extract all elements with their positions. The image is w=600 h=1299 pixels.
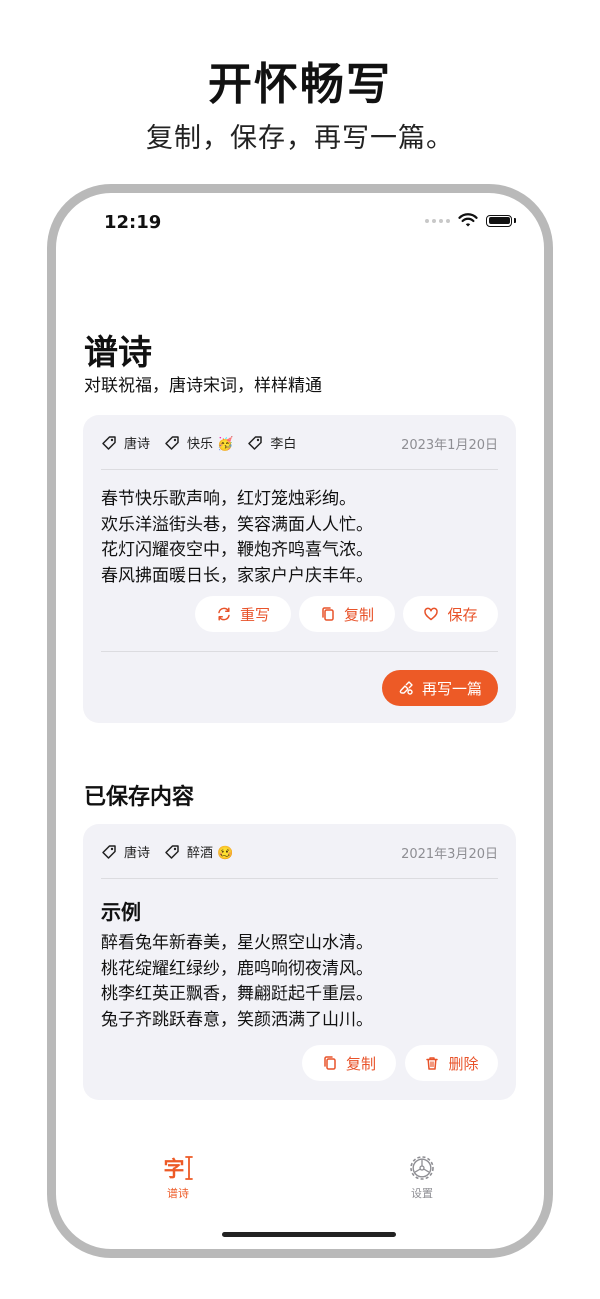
- poem-date: 2023年1月20日: [401, 438, 498, 453]
- tag-icon: [102, 844, 116, 859]
- poem-line: 醉看兔年新春美，星火照空山水清。: [101, 933, 373, 953]
- poem-date: 2021年3月20日: [401, 847, 498, 862]
- write-hand-icon: [399, 681, 413, 695]
- promo-subtitle: 复制，保存，再写一篇。: [146, 123, 454, 154]
- tag-list: 唐诗 醉酒 🥴: [101, 842, 233, 861]
- delete-label: 删除: [448, 1054, 479, 1073]
- copy-button[interactable]: 复制: [302, 1045, 396, 1081]
- poem-line: 桃李红英正飘香，舞翩跹起千重层。: [101, 984, 373, 1004]
- tag-item: 醉酒 🥴: [164, 842, 233, 861]
- signal-dots-icon: [425, 218, 450, 223]
- saved-poem-card: 唐诗 醉酒 🥴 2021年3月20日 示例 醉看兔年新春美，星火照空山水清。 桃…: [83, 824, 516, 1100]
- wifi-icon: [458, 213, 478, 227]
- tab-settings[interactable]: 设置: [362, 1153, 482, 1201]
- status-time: 12:19: [104, 212, 162, 233]
- poem-line: 欢乐洋溢街头巷，笑容满面人人忙。: [101, 514, 373, 535]
- tag-label: 唐诗: [124, 437, 151, 452]
- tag-icon: [165, 844, 179, 859]
- battery-icon: [486, 214, 512, 227]
- poem-body: 春节快乐歌声响，红灯笼烛彩绚。 欢乐洋溢街头巷，笑容满面人人忙。 花灯闪耀夜空中…: [101, 487, 373, 589]
- trash-icon: [426, 1057, 439, 1070]
- tag-list: 唐诗 快乐 🥳 李白: [101, 433, 296, 452]
- heart-icon: [424, 607, 439, 621]
- poem-body: 醉看兔年新春美，星火照空山水清。 桃花绽耀红绿纱，鹿鸣响彻夜清风。 桃李红英正飘…: [101, 931, 373, 1033]
- tag-icon: [102, 435, 116, 450]
- saved-section-title: 已保存内容: [84, 785, 195, 810]
- tag-label: 快乐 🥳: [187, 437, 234, 452]
- home-indicator: [222, 1232, 396, 1237]
- write-another-label: 再写一篇: [421, 679, 482, 698]
- copy-label: 复制: [345, 1054, 376, 1073]
- tag-item: 唐诗: [101, 842, 150, 861]
- refresh-icon: [218, 607, 230, 621]
- app-screen: 12:19 谱诗 对联祝福，唐诗宋词，样样精通 唐诗 快乐 🥳 李白 2023年…: [56, 193, 544, 1249]
- tab-label: 谱诗: [167, 1187, 189, 1200]
- copy-label: 复制: [343, 605, 374, 624]
- tab-label: 设置: [411, 1187, 433, 1200]
- poem-line: 兔子齐跳跃春意，笑颜洒满了山川。: [101, 1009, 373, 1030]
- tag-item: 唐诗: [101, 433, 150, 452]
- save-button[interactable]: 保存: [403, 596, 498, 632]
- copy-icon: [324, 1056, 336, 1070]
- poem-line: 桃花绽耀红绿纱，鹿鸣响彻夜清风。: [101, 958, 373, 979]
- page-title: 谱诗: [84, 333, 152, 373]
- tab-bar: 字 谱诗 设置: [56, 1153, 544, 1213]
- rewrite-label: 重写: [239, 605, 270, 624]
- tag-item: 李白: [247, 433, 296, 452]
- phone-frame: 12:19 谱诗 对联祝福，唐诗宋词，样样精通 唐诗 快乐 🥳 李白 2023年…: [47, 184, 553, 1258]
- tab-poems[interactable]: 字 谱诗: [118, 1153, 238, 1201]
- divider: [101, 878, 498, 879]
- tag-label: 唐诗: [124, 846, 151, 861]
- tag-icon: [165, 435, 179, 450]
- gear-icon: [410, 1156, 434, 1180]
- gear-icon-wrap: [362, 1153, 482, 1183]
- current-poem-card: 唐诗 快乐 🥳 李白 2023年1月20日 春节快乐歌声响，红灯笼烛彩绚。 欢乐…: [83, 415, 516, 723]
- rewrite-button[interactable]: 重写: [195, 596, 291, 632]
- tab-glyph: 字: [163, 1157, 185, 1181]
- character-cursor-icon: 字: [118, 1153, 238, 1183]
- poem-line: 春风拂面暖日长，家家户户庆丰年。: [101, 565, 373, 586]
- write-another-button[interactable]: 再写一篇: [382, 670, 498, 706]
- tag-icon: [248, 435, 263, 450]
- poem-line: 花灯闪耀夜空中，鞭炮齐鸣喜气浓。: [101, 540, 373, 560]
- tag-item: 快乐 🥳: [164, 433, 233, 452]
- status-icons: [425, 213, 516, 228]
- save-label: 保存: [447, 605, 478, 624]
- text-cursor-icon: [184, 1156, 193, 1180]
- delete-button[interactable]: 删除: [405, 1045, 498, 1081]
- battery-cap: [514, 218, 516, 223]
- divider: [101, 469, 498, 470]
- promo-title: 开怀畅写: [208, 59, 392, 110]
- tag-label: 李白: [270, 437, 297, 452]
- divider: [101, 651, 498, 652]
- page-subtitle: 对联祝福，唐诗宋词，样样精通: [84, 376, 322, 396]
- tag-label: 醉酒 🥴: [187, 846, 234, 861]
- copy-button[interactable]: 复制: [299, 596, 395, 632]
- saved-poem-title: 示例: [101, 900, 141, 924]
- poem-line: 春节快乐歌声响，红灯笼烛彩绚。: [101, 489, 356, 509]
- copy-icon: [322, 607, 334, 621]
